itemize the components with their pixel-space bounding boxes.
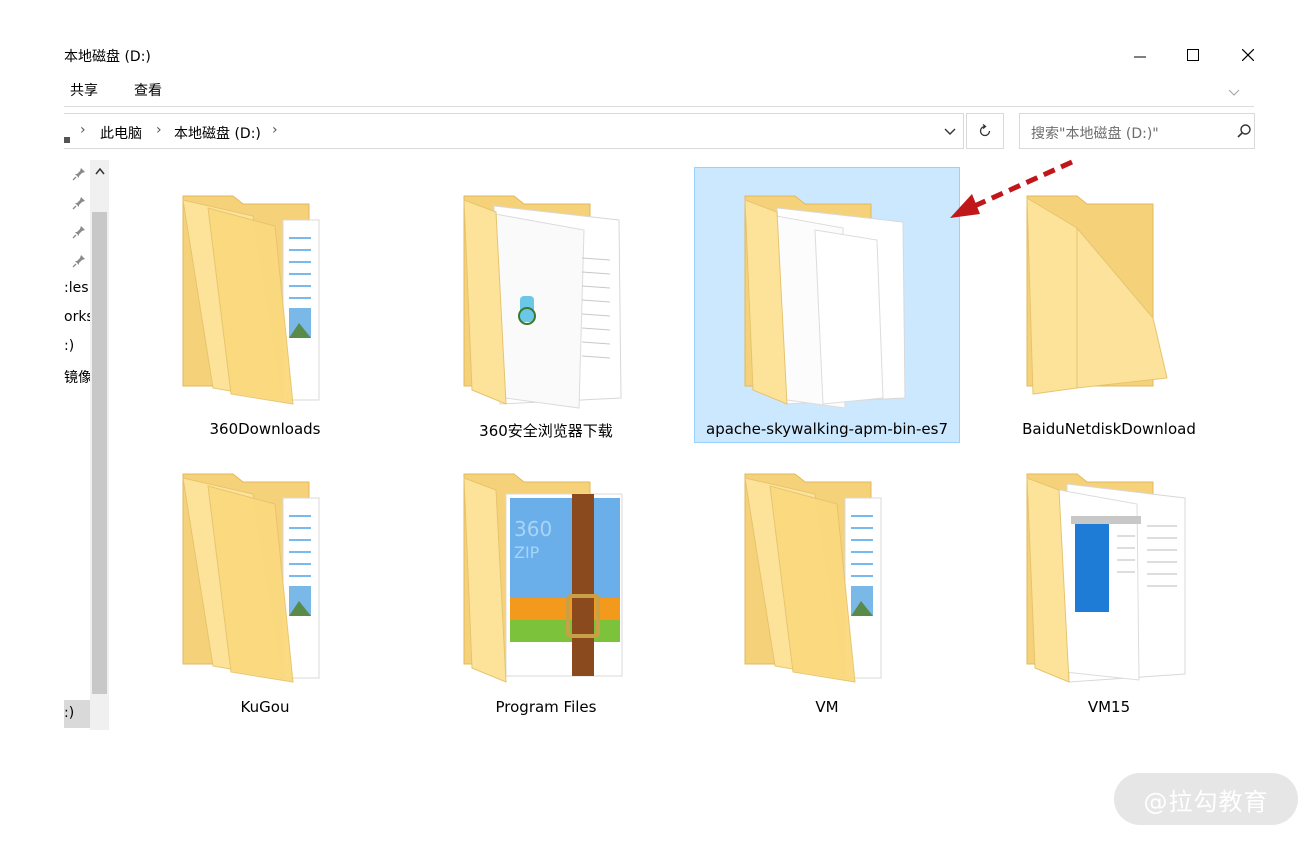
folder-name: VM15	[1087, 698, 1131, 716]
svg-text:360: 360	[514, 517, 552, 541]
folder-screenshots-icon	[1026, 473, 1186, 683]
pin-icon[interactable]	[72, 195, 86, 210]
nav-item[interactable]: orks	[64, 309, 90, 325]
nav-scrollbar-thumb[interactable]	[92, 212, 107, 694]
nav-item-selected[interactable]: :)	[64, 705, 90, 721]
nav-item[interactable]: :les	[64, 280, 90, 296]
expand-ribbon-button[interactable]	[1228, 82, 1240, 101]
nav-item[interactable]: 镜像	[64, 367, 90, 387]
watermark: @拉勾教育	[1114, 773, 1298, 825]
address-history-dropdown[interactable]	[936, 120, 964, 144]
chevron-down-icon	[944, 128, 956, 135]
folder-item[interactable]: VM15	[976, 445, 1242, 721]
chevron-down-icon	[1228, 89, 1240, 96]
svg-text:ZIP: ZIP	[514, 543, 540, 562]
refresh-button[interactable]	[966, 113, 1004, 149]
folder-item[interactable]: KuGou	[132, 445, 398, 721]
maximize-button[interactable]	[1173, 40, 1213, 70]
scroll-up-button[interactable]	[92, 163, 107, 179]
close-button[interactable]	[1228, 40, 1268, 70]
folder-item[interactable]: 360 ZIP Program Files	[413, 445, 679, 721]
breadcrumb-separator[interactable]: ›	[80, 122, 86, 138]
breadcrumb-local-disk[interactable]: 本地磁盘 (D:)	[174, 123, 261, 143]
folder-documents-icon	[182, 195, 320, 405]
breadcrumb-this-pc[interactable]: 此电脑	[100, 123, 142, 143]
nav-item[interactable]: :)	[64, 338, 90, 354]
folder-archive-icon: 360 ZIP	[463, 473, 623, 683]
tab-share[interactable]: 共享	[70, 80, 98, 100]
folder-item[interactable]: 360安全浏览器下载	[413, 167, 679, 443]
refresh-icon	[979, 124, 991, 137]
folder-item-selected[interactable]: apache-skywalking-apm-bin-es7	[694, 167, 960, 443]
breadcrumb-separator[interactable]: ›	[156, 122, 162, 138]
close-icon	[1242, 49, 1254, 61]
folder-name: KuGou	[240, 698, 290, 716]
folder-name: 360安全浏览器下载	[479, 422, 613, 440]
folder-name: 360Downloads	[209, 420, 321, 438]
folder-name: apache-skywalking-apm-bin-es7	[706, 420, 948, 438]
folder-documents-icon	[182, 473, 320, 683]
drive-icon	[64, 128, 70, 147]
folder-name: Program Files	[495, 698, 597, 716]
search-input[interactable]: 搜索"本地磁盘 (D:)"	[1031, 123, 1159, 143]
folder-item[interactable]: VM	[694, 445, 960, 721]
minimize-icon	[1134, 56, 1146, 58]
maximize-icon	[1187, 49, 1199, 61]
minimize-button[interactable]	[1120, 40, 1160, 70]
tab-view[interactable]: 查看	[134, 80, 162, 100]
window-title: 本地磁盘 (D:)	[64, 49, 151, 65]
breadcrumb-separator[interactable]: ›	[272, 122, 278, 138]
folder-browser-icon	[463, 195, 622, 409]
chevron-up-icon	[94, 167, 105, 174]
folder-blank-icon	[744, 195, 906, 409]
annotation-arrow	[950, 159, 1074, 218]
search-icon[interactable]	[1236, 123, 1252, 143]
folder-name: VM	[815, 698, 839, 716]
pin-icon[interactable]	[72, 166, 86, 181]
pin-icon[interactable]	[72, 253, 86, 268]
folder-documents-icon	[744, 473, 882, 683]
ribbon-divider	[64, 106, 1254, 107]
pin-icon[interactable]	[72, 224, 86, 239]
folder-name: BaiduNetdiskDownload	[1022, 420, 1196, 438]
folder-item[interactable]: 360Downloads	[132, 167, 398, 443]
